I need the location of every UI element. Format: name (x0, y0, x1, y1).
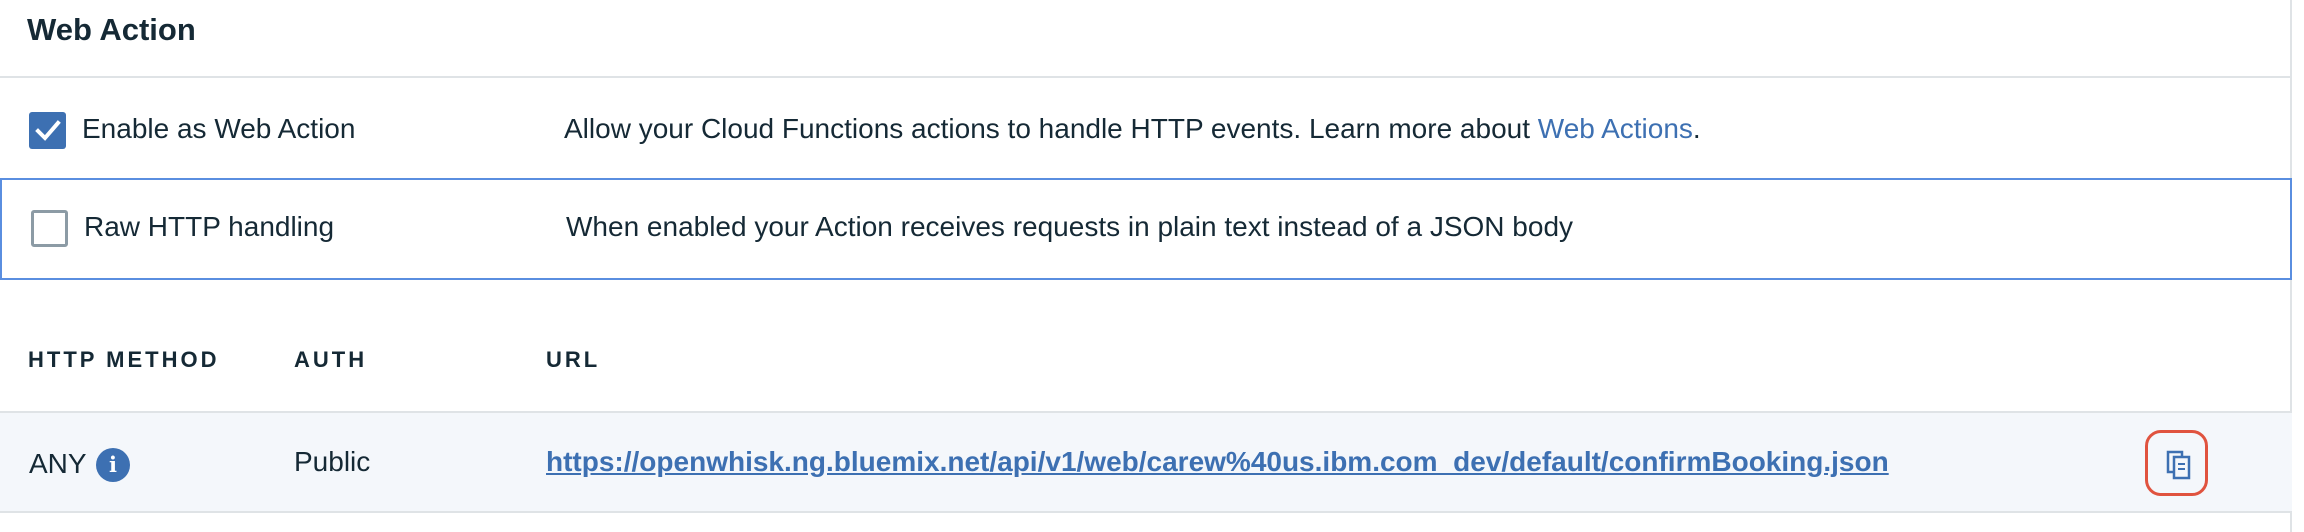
http-method-cell: ANY (29, 448, 87, 479)
enable-web-action-label[interactable]: Enable as Web Action (82, 113, 355, 145)
enable-web-action-description: Allow your Cloud Functions actions to ha… (564, 113, 1701, 145)
enable-description-end: . (1692, 113, 1701, 144)
raw-http-checkbox[interactable] (31, 210, 68, 247)
info-icon[interactable]: i (96, 448, 130, 482)
raw-http-label[interactable]: Raw HTTP handling (84, 211, 334, 243)
web-action-panel: Web Action Enable as Web Action Allow yo… (0, 0, 2292, 532)
web-action-url-link[interactable]: https://openwhisk.ng.bluemix.net/api/v1/… (546, 446, 1889, 478)
page: Web Action Enable as Web Action Allow yo… (0, 0, 2304, 532)
column-header-http-method: HTTP METHOD (28, 347, 220, 372)
column-header-url: URL (546, 347, 601, 372)
web-actions-link[interactable]: Web Actions (1538, 113, 1693, 144)
copy-url-button[interactable] (2145, 430, 2208, 496)
enable-description-text: Allow your Cloud Functions actions to ha… (564, 113, 1538, 144)
panel-title: Web Action (27, 12, 196, 47)
raw-http-row: Raw HTTP handling When enabled your Acti… (0, 178, 2292, 280)
copy-icon (2166, 450, 2191, 480)
checkmark-icon (35, 120, 61, 141)
panel-header: Web Action (0, 0, 2292, 78)
enable-web-action-row: Enable as Web Action Allow your Cloud Fu… (0, 80, 2292, 180)
column-header-auth: AUTH (294, 347, 368, 372)
enable-web-action-checkbox[interactable] (29, 112, 66, 149)
raw-http-description: When enabled your Action receives reques… (566, 211, 1574, 242)
table-row: ANY i Public https://openwhisk.ng.bluemi… (0, 411, 2292, 513)
auth-cell: Public (294, 446, 371, 477)
